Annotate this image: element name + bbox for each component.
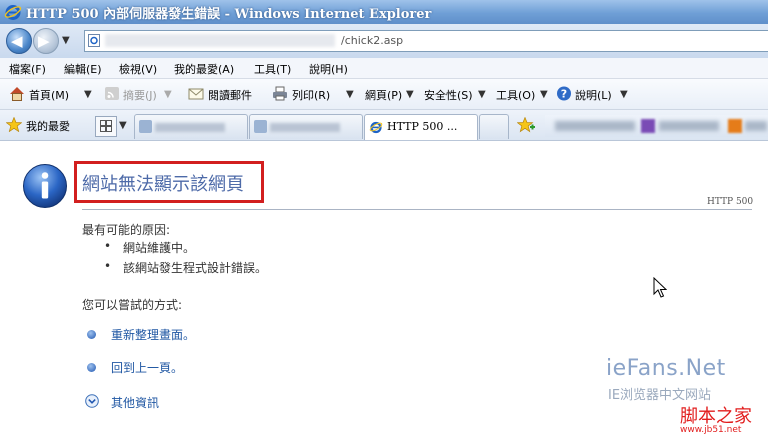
address-input[interactable]: /chick2.asp [84,30,768,52]
back-bullet-icon [87,363,96,372]
menu-view[interactable]: 檢視(V) [119,61,157,77]
mail-icon [188,88,204,100]
cause-bullet: • [104,259,112,273]
menu-file[interactable]: 檔案(F) [9,61,46,77]
add-favorite-icon[interactable] [517,117,535,133]
svg-text:?: ? [561,88,567,101]
refresh-bullet-icon [87,330,96,339]
tab-list-dropdown-icon[interactable]: ▼ [119,120,127,131]
try-heading: 您可以嘗試的方式: [82,298,183,312]
history-dropdown-icon[interactable]: ▼ [62,35,70,46]
help-dropdown-icon[interactable]: ▼ [620,89,628,100]
menu-bar: 檔案(F) 編輯(E) 檢視(V) 我的最愛(A) 工具(T) 說明(H) [0,58,768,79]
tools-dropdown-icon[interactable]: ▼ [540,89,548,100]
tools-button[interactable]: 工具(O) [496,87,535,103]
page-dropdown-icon[interactable]: ▼ [406,89,414,100]
mouse-cursor-icon [653,277,667,298]
tab-active[interactable]: HTTP 500 ... [364,114,478,140]
feeds-button[interactable]: 摘要(J) [123,87,157,103]
window-title: HTTP 500 內部伺服器發生錯誤 - Windows Internet Ex… [26,7,432,22]
ie-logo-icon [4,5,22,20]
tab-page-icon [254,120,267,133]
menu-edit[interactable]: 編輯(E) [64,61,102,77]
url-path: /chick2.asp [341,34,404,47]
menu-favorites[interactable]: 我的最愛(A) [174,61,234,77]
tab-title-redacted [270,123,340,132]
print-button[interactable]: 列印(R) [292,87,330,103]
read-mail-button[interactable]: 閱讀郵件 [208,87,252,103]
title-highlight-box [74,161,264,203]
menu-tools[interactable]: 工具(T) [254,61,291,77]
cause-item: 網站維護中。 [123,241,196,255]
new-tab-button[interactable] [479,114,509,139]
menu-help[interactable]: 說明(H) [309,61,348,77]
command-bar: 首頁(M) ▼ 摘要(J) ▼ 閱讀郵件 列印(R) ▼ 網頁(P) ▼ 安全性… [0,79,768,110]
help-button[interactable]: 說明(L) [575,87,612,103]
title-divider [82,209,752,210]
feeds-dropdown-icon[interactable]: ▼ [164,89,172,100]
quick-tabs-button[interactable] [95,116,117,137]
home-dropdown-icon[interactable]: ▼ [84,89,92,100]
links-bar-redacted [545,115,768,137]
info-icon [23,164,67,208]
quick-tabs-icon [100,120,112,132]
watermark-site-sub: IE浏览器中文网站 [608,388,712,403]
page-icon [88,34,100,47]
safety-dropdown-icon[interactable]: ▼ [478,89,486,100]
watermark-site: ieFans.Net [606,356,726,381]
expand-more-info-icon[interactable] [85,394,99,408]
feeds-icon [105,87,119,100]
tab-1[interactable] [134,114,248,139]
url-redacted [105,34,335,47]
back-button[interactable]: ◀ [6,28,32,54]
page-button[interactable]: 網頁(P) [365,87,402,103]
watermark-brand-url: www.jb51.net [680,425,742,435]
http-code: HTTP 500 [707,197,754,207]
more-info-link[interactable]: 其他資訊 [111,394,159,411]
ie-tab-icon [369,121,383,134]
refresh-link[interactable]: 重新整理畫面。 [111,326,195,343]
back-arrow-icon: ◀ [11,32,23,50]
tab-page-icon [139,120,152,133]
go-back-link[interactable]: 回到上一頁。 [111,359,183,376]
cause-item: 該網站發生程式設計錯誤。 [123,261,268,275]
forward-arrow-icon: ▶ [38,32,50,50]
home-icon [10,87,24,101]
print-icon [273,86,287,101]
favorites-button[interactable]: 我的最愛 [26,118,70,134]
safety-button[interactable]: 安全性(S) [424,87,473,103]
favorites-star-icon [6,117,22,132]
title-bar: HTTP 500 內部伺服器發生錯誤 - Windows Internet Ex… [0,0,768,24]
causes-heading: 最有可能的原因: [82,223,171,237]
help-icon: ? [557,86,571,101]
tab-bar: 我的最愛 ▼ HTTP 500 ... [0,110,768,141]
home-button[interactable]: 首頁(M) [29,87,69,103]
tab-2[interactable] [249,114,363,139]
active-tab-title: HTTP 500 ... [387,120,458,133]
forward-button[interactable]: ▶ [33,28,59,54]
cause-bullet: • [104,239,112,253]
tab-title-redacted [155,123,225,132]
print-dropdown-icon[interactable]: ▼ [346,89,354,100]
